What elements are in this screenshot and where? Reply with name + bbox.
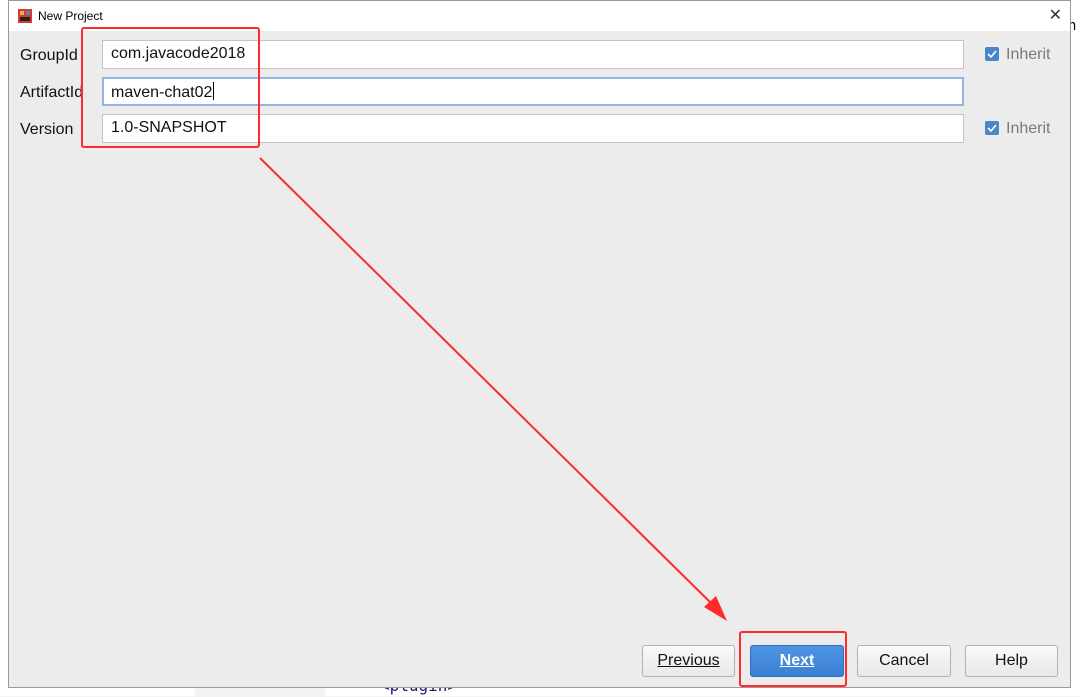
- annotation-arrow: [259, 157, 727, 621]
